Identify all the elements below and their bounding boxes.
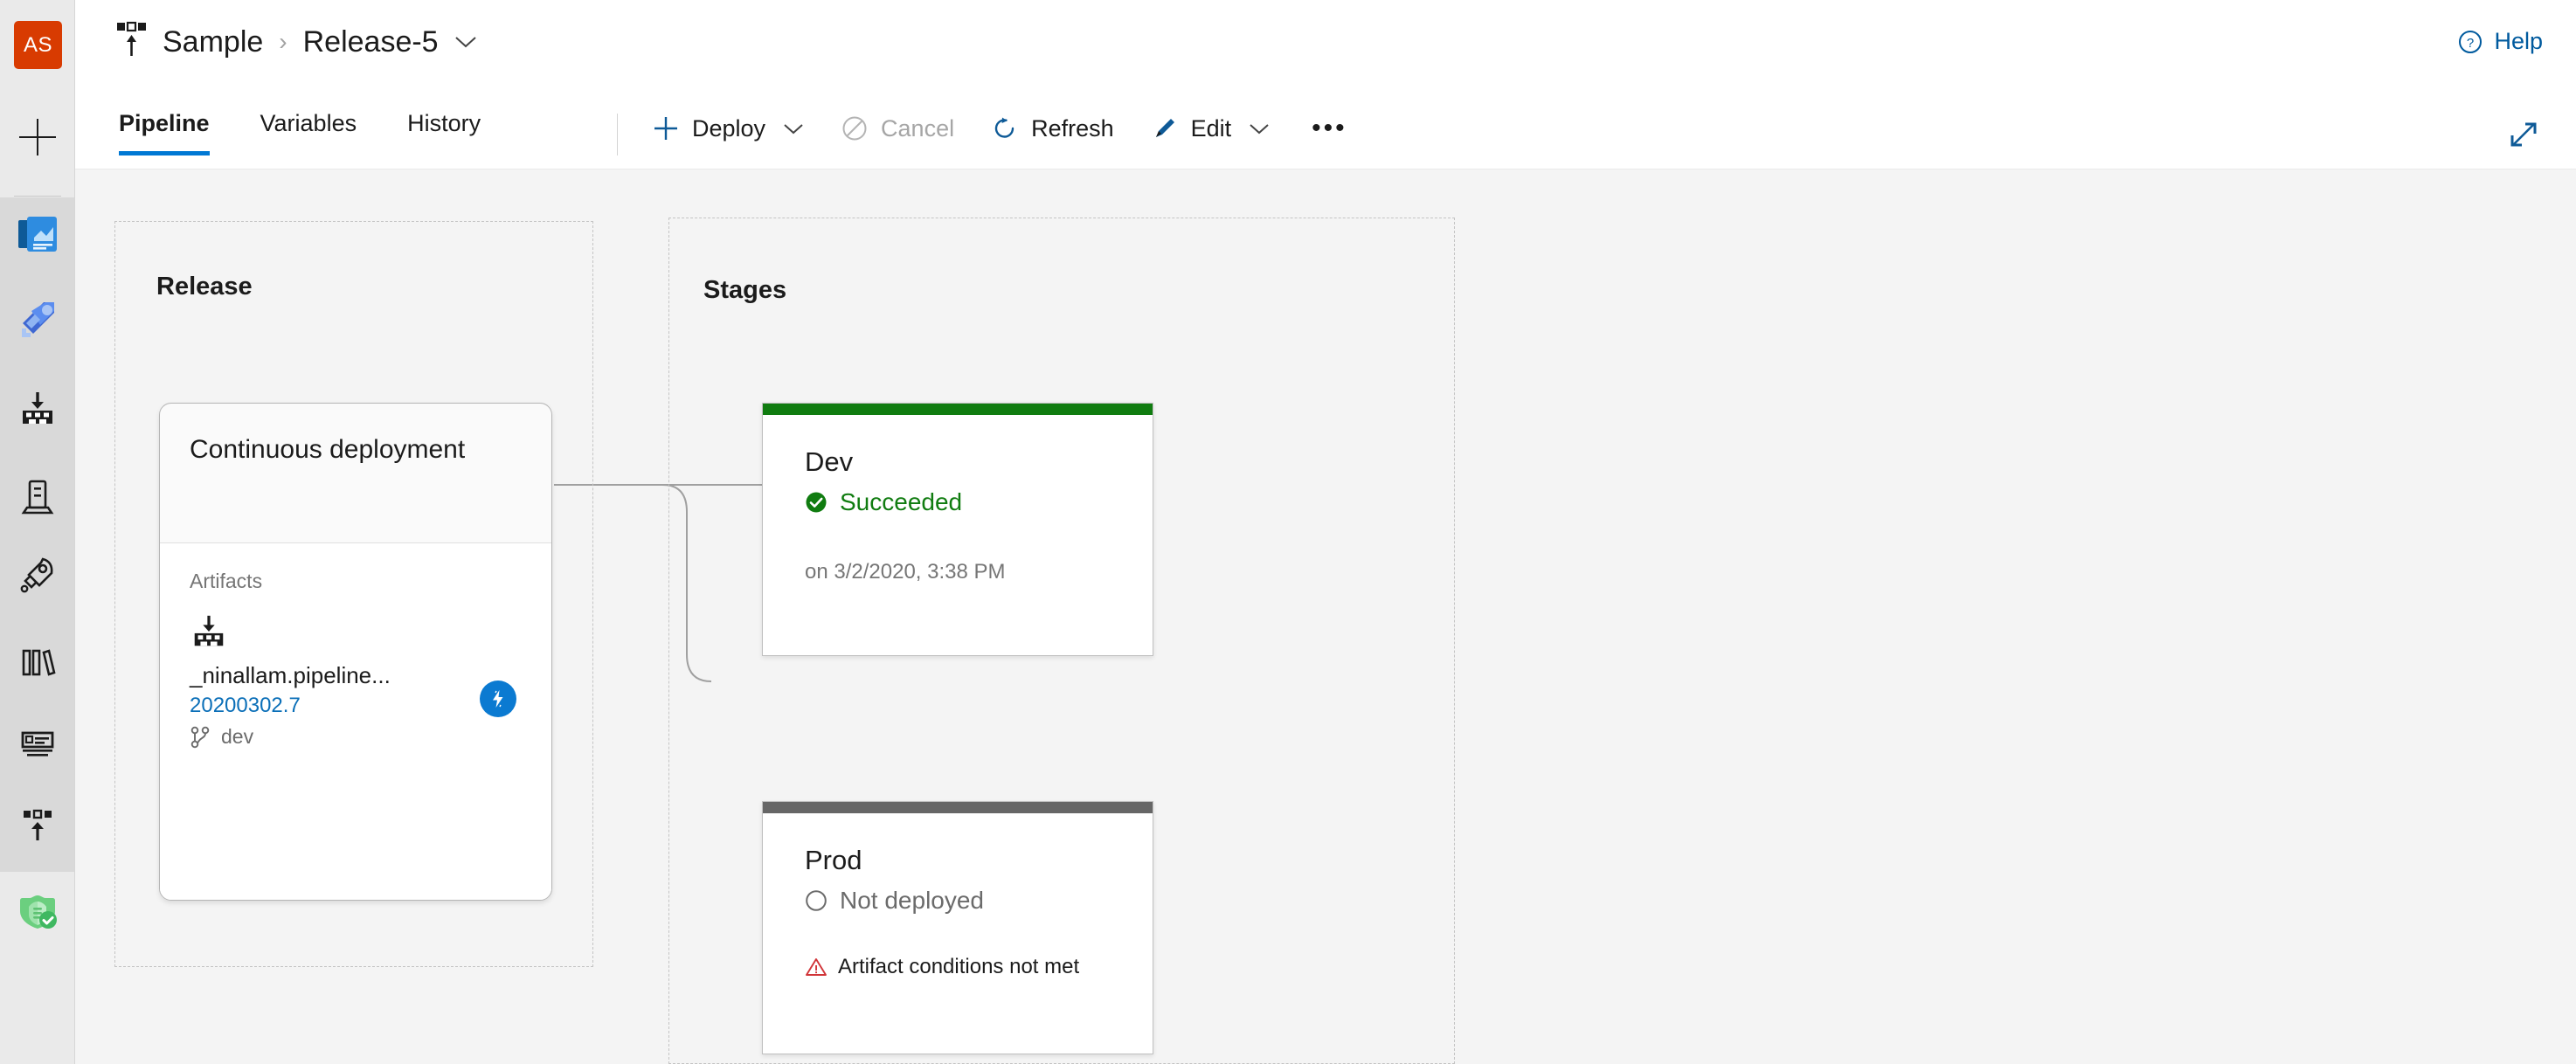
- refresh-button[interactable]: Refresh: [991, 114, 1114, 142]
- stage-warning-prod: Artifact conditions not met: [805, 955, 1111, 979]
- rail-item-releases[interactable]: [0, 546, 75, 604]
- release-card-header: Continuous deployment: [160, 404, 551, 543]
- tab-pipeline[interactable]: Pipeline: [119, 98, 210, 155]
- toolbar-divider: [617, 114, 618, 155]
- page-header: Sample › Release-5 ? Help: [75, 0, 2576, 108]
- avatar[interactable]: AS: [14, 21, 62, 69]
- boards-icon: [18, 217, 57, 252]
- stage-name-dev: Dev: [805, 446, 854, 477]
- release-card-body: Artifacts _ninallam.pipeline... 20200302…: [160, 543, 551, 900]
- rail-item-security[interactable]: [0, 882, 75, 940]
- avatar-initials: AS: [23, 32, 52, 57]
- stage-status-text-prod: Not deployed: [840, 887, 985, 914]
- breadcrumb-separator: ›: [279, 28, 287, 55]
- expand-button[interactable]: [2506, 117, 2541, 156]
- toolbar-actions: Deploy Cancel Refresh Edit •••: [652, 98, 1347, 159]
- stage-name-prod: Prod: [805, 845, 862, 875]
- rail-item-add[interactable]: [0, 108, 75, 166]
- add-icon: [19, 119, 56, 155]
- rail-item-library[interactable]: [0, 633, 75, 691]
- artifact-branch-label: dev: [221, 725, 254, 748]
- task-groups-icon: [21, 731, 54, 757]
- artifact-version-link[interactable]: 20200302.7: [190, 692, 522, 720]
- rail-item-task-groups[interactable]: [0, 715, 75, 772]
- breadcrumb-release[interactable]: Release-5: [303, 23, 439, 61]
- app-root: AS Sample › Release-5 ? Help Pipeline Va…: [0, 0, 2576, 1064]
- edit-button[interactable]: Edit: [1151, 114, 1271, 142]
- rail-item-pipelines[interactable]: [0, 292, 75, 349]
- server-icon: [21, 480, 54, 515]
- tab-variables-label: Variables: [260, 110, 357, 136]
- stage-status-bar-prod: [763, 802, 1153, 813]
- rocket-icon: [20, 557, 53, 593]
- overflow-menu-button[interactable]: •••: [1312, 114, 1347, 143]
- tab-variables[interactable]: Variables: [260, 98, 357, 155]
- stage-status-bar-dev: [763, 404, 1153, 415]
- expand-diagonal-icon: [2510, 122, 2537, 147]
- artifact-item[interactable]: _ninallam.pipeline... 20200302.7 dev: [190, 612, 522, 749]
- artifact-upload-icon: [24, 809, 52, 840]
- rail-item-artifacts-upload[interactable]: [0, 797, 75, 854]
- cancel-button: Cancel: [841, 114, 954, 142]
- breadcrumb-chevron-down-icon[interactable]: [454, 35, 477, 49]
- deploy-chevron-down-icon: [783, 122, 804, 135]
- refresh-label: Refresh: [1031, 114, 1114, 142]
- stage-status-prod: Not deployed: [805, 887, 1111, 915]
- stage-body-prod: Prod Not deployed Artifact conditions no…: [763, 813, 1153, 979]
- tab-history[interactable]: History: [407, 98, 481, 155]
- branch-icon: [190, 726, 210, 748]
- release-pipeline-icon: [117, 21, 146, 56]
- plus-icon: [654, 117, 677, 140]
- artifact-branch: dev: [190, 725, 522, 749]
- refresh-icon: [994, 117, 1014, 138]
- stage-card-dev[interactable]: Dev Succeeded on 3/2/2020, 3:38 PM: [762, 403, 1153, 656]
- warning-triangle-icon: [806, 958, 827, 976]
- deploy-label: Deploy: [692, 114, 766, 142]
- pencil-icon: [1155, 119, 1174, 137]
- artifact-name: _ninallam.pipeline...: [190, 662, 391, 688]
- tab-list: Pipeline Variables History: [119, 98, 531, 168]
- edit-label: Edit: [1190, 114, 1232, 142]
- release-card[interactable]: Continuous deployment Artifacts _ninalla…: [159, 403, 552, 901]
- stage-status-text-dev: Succeeded: [840, 488, 963, 515]
- stage-body-dev: Dev Succeeded on 3/2/2020, 3:38 PM: [763, 415, 1153, 584]
- edit-chevron-down-icon: [1249, 122, 1270, 135]
- check-circle-icon: [806, 492, 827, 513]
- tab-pipeline-label: Pipeline: [119, 110, 210, 136]
- release-group-title: Release: [156, 273, 253, 301]
- cancel-label: Cancel: [881, 114, 955, 142]
- empty-circle-icon: [806, 890, 827, 911]
- cancel-circle-icon: [842, 116, 867, 141]
- stage-meta-dev: on 3/2/2020, 3:38 PM: [805, 560, 1006, 584]
- help-button[interactable]: ? Help: [2457, 28, 2543, 55]
- help-circle-icon: ?: [2459, 30, 2483, 53]
- security-shield-icon: [20, 895, 57, 929]
- breadcrumb-project[interactable]: Sample: [163, 23, 263, 61]
- toolbar: Pipeline Variables History Deploy Cancel…: [75, 98, 2576, 168]
- rail-item-boards[interactable]: [0, 205, 75, 263]
- pipeline-canvas: Release Continuous deployment Artifacts: [75, 169, 2576, 1064]
- rail-item-artifacts[interactable]: [0, 380, 75, 438]
- rail-item-deployment-groups[interactable]: [0, 467, 75, 525]
- left-rail: AS: [0, 0, 75, 1064]
- lightning-bolt-icon[interactable]: [480, 681, 516, 717]
- breadcrumb: Sample › Release-5: [115, 21, 477, 61]
- tab-history-label: History: [407, 110, 481, 136]
- artifact-download-icon: [23, 392, 52, 424]
- deploy-button[interactable]: Deploy: [652, 114, 804, 142]
- release-card-title: Continuous deployment: [190, 435, 466, 464]
- artifact-download-icon: [190, 612, 522, 655]
- stage-warning-text-prod: Artifact conditions not met: [838, 955, 1080, 978]
- help-label: Help: [2494, 28, 2543, 54]
- stages-group-title: Stages: [703, 276, 787, 304]
- library-icon: [22, 649, 56, 676]
- svg-text:?: ?: [2467, 36, 2474, 51]
- stage-card-prod[interactable]: Prod Not deployed Artifact conditions no…: [762, 801, 1153, 1054]
- rail-divider: [14, 196, 61, 197]
- pipelines-icon: [22, 302, 54, 337]
- artifacts-label: Artifacts: [190, 570, 263, 592]
- stage-status-dev: Succeeded: [805, 488, 1111, 516]
